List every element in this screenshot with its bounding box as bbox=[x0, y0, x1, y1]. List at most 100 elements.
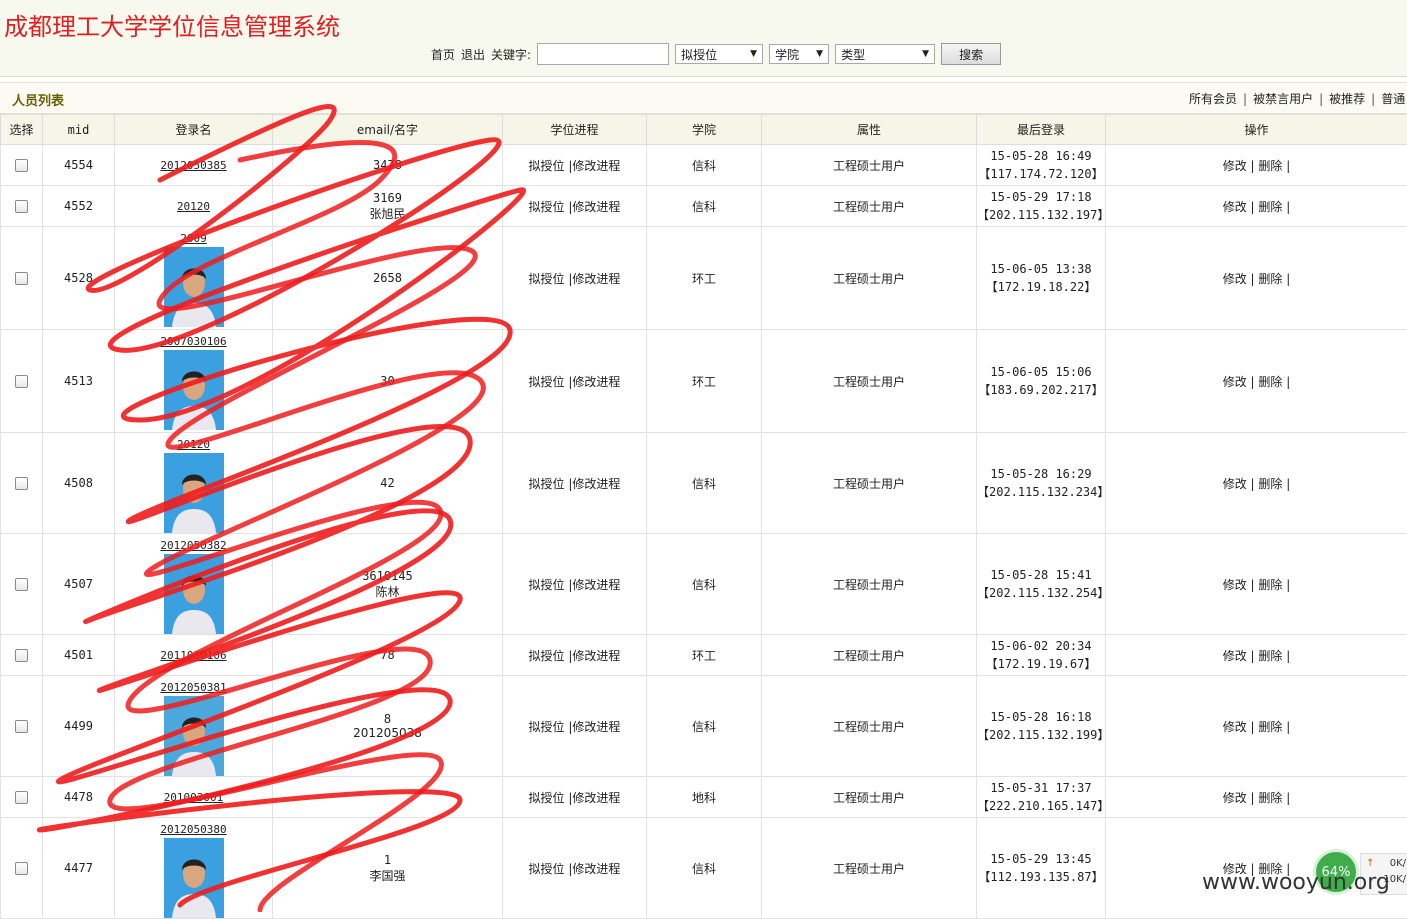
member-photo bbox=[164, 554, 224, 634]
last-login-cell: 15-05-28 15:41 【202.115.132.254】 bbox=[977, 534, 1106, 635]
modify-progress-link[interactable]: |修改进程 bbox=[568, 477, 620, 491]
propose-degree-link[interactable]: 拟授位 bbox=[529, 375, 565, 389]
attribute-cell: 工程硕士用户 bbox=[762, 433, 977, 534]
home-link[interactable]: 首页 bbox=[431, 46, 455, 63]
modify-progress-link[interactable]: |修改进程 bbox=[568, 159, 620, 173]
modify-progress-link[interactable]: |修改进程 bbox=[568, 862, 620, 876]
email-text: 42 bbox=[273, 476, 502, 490]
login-link[interactable]: 20120 bbox=[177, 438, 210, 451]
login-cell: 20120 bbox=[115, 433, 273, 534]
attribute-cell: 工程硕士用户 bbox=[762, 534, 977, 635]
row-checkbox[interactable] bbox=[15, 862, 28, 875]
keyword-input[interactable] bbox=[537, 43, 669, 65]
propose-degree-link[interactable]: 拟授位 bbox=[529, 791, 565, 805]
name-text: 201205038 bbox=[273, 726, 502, 740]
propose-degree-link[interactable]: 拟授位 bbox=[529, 477, 565, 491]
modify-progress-link[interactable]: |修改进程 bbox=[568, 649, 620, 663]
degree-select[interactable]: 拟授位 ▼ bbox=[675, 44, 763, 64]
login-link[interactable]: 2012050382 bbox=[160, 539, 226, 552]
login-link[interactable]: 2007030106 bbox=[160, 335, 226, 348]
propose-degree-link[interactable]: 拟授位 bbox=[529, 862, 565, 876]
delete-link[interactable]: 删除 bbox=[1258, 159, 1282, 173]
filter-recommended[interactable]: 被推荐 bbox=[1329, 92, 1365, 106]
email-text: 3169 bbox=[273, 191, 502, 205]
delete-link[interactable]: 删除 bbox=[1258, 272, 1282, 286]
edit-link[interactable]: 修改 bbox=[1223, 375, 1247, 389]
modify-progress-link[interactable]: |修改进程 bbox=[568, 720, 620, 734]
login-link[interactable]: 2012050380 bbox=[160, 823, 226, 836]
edit-link[interactable]: 修改 bbox=[1223, 720, 1247, 734]
delete-link[interactable]: 删除 bbox=[1258, 200, 1282, 214]
mid-cell: 4477 bbox=[43, 818, 115, 919]
search-button[interactable]: 搜索 bbox=[941, 43, 1001, 65]
edit-link[interactable]: 修改 bbox=[1223, 649, 1247, 663]
filter-all-members[interactable]: 所有会员 bbox=[1189, 92, 1237, 106]
last-login-time: 15-05-28 15:41 bbox=[977, 566, 1105, 584]
modify-progress-link[interactable]: |修改进程 bbox=[568, 200, 620, 214]
login-link[interactable]: 20120 bbox=[177, 200, 210, 213]
edit-link[interactable]: 修改 bbox=[1223, 791, 1247, 805]
row-checkbox[interactable] bbox=[15, 791, 28, 804]
college-select[interactable]: 学院 ▼ bbox=[769, 44, 829, 64]
edit-link[interactable]: 修改 bbox=[1223, 578, 1247, 592]
edit-link[interactable]: 修改 bbox=[1223, 159, 1247, 173]
login-link[interactable]: 2012050381 bbox=[160, 681, 226, 694]
login-cell: 2007030106 bbox=[115, 330, 273, 433]
system-title: 成都理工大学学位信息管理系统 bbox=[4, 7, 340, 42]
delete-link[interactable]: 删除 bbox=[1258, 791, 1282, 805]
filter-muted-users[interactable]: 被禁言用户 bbox=[1253, 92, 1313, 106]
modify-progress-link[interactable]: |修改进程 bbox=[568, 375, 620, 389]
col-login: 登录名 bbox=[115, 115, 273, 145]
chevron-down-icon: ▼ bbox=[922, 49, 929, 59]
table-row: 4477 2012050380 1 李国强 拟授位 |修改进程 信科 工程硕士用… bbox=[1, 818, 1407, 919]
select-cell bbox=[1, 818, 43, 919]
attribute-cell: 工程硕士用户 bbox=[762, 777, 977, 818]
row-checkbox[interactable] bbox=[15, 375, 28, 388]
email-cell: 2658 bbox=[273, 227, 503, 330]
row-checkbox[interactable] bbox=[15, 272, 28, 285]
propose-degree-link[interactable]: 拟授位 bbox=[529, 578, 565, 592]
propose-degree-link[interactable]: 拟授位 bbox=[529, 649, 565, 663]
login-link[interactable]: 2009 bbox=[180, 232, 207, 245]
row-checkbox[interactable] bbox=[15, 578, 28, 591]
propose-degree-link[interactable]: 拟授位 bbox=[529, 720, 565, 734]
propose-degree-link[interactable]: 拟授位 bbox=[529, 272, 565, 286]
type-select[interactable]: 类型 ▼ bbox=[835, 44, 935, 64]
row-checkbox[interactable] bbox=[15, 200, 28, 213]
login-cell: 2012050382 bbox=[115, 534, 273, 635]
delete-link[interactable]: 删除 bbox=[1258, 720, 1282, 734]
edit-link[interactable]: 修改 bbox=[1223, 200, 1247, 214]
login-link[interactable]: 2012050385 bbox=[160, 159, 226, 172]
mid-cell: 4478 bbox=[43, 777, 115, 818]
modify-progress-link[interactable]: |修改进程 bbox=[568, 578, 620, 592]
select-cell bbox=[1, 433, 43, 534]
row-checkbox[interactable] bbox=[15, 720, 28, 733]
row-checkbox[interactable] bbox=[15, 649, 28, 662]
last-login-time: 15-05-29 17:18 bbox=[977, 188, 1105, 206]
edit-link[interactable]: 修改 bbox=[1223, 477, 1247, 491]
last-login-ip: 【202.115.132.199】 bbox=[977, 726, 1105, 744]
delete-link[interactable]: 删除 bbox=[1258, 375, 1282, 389]
mid-cell: 4554 bbox=[43, 145, 115, 186]
propose-degree-link[interactable]: 拟授位 bbox=[529, 200, 565, 214]
select-cell bbox=[1, 534, 43, 635]
modify-progress-link[interactable]: |修改进程 bbox=[568, 272, 620, 286]
edit-link[interactable]: 修改 bbox=[1223, 272, 1247, 286]
email-cell: 78 bbox=[273, 635, 503, 676]
mid-cell: 4499 bbox=[43, 676, 115, 777]
delete-link[interactable]: 删除 bbox=[1258, 477, 1282, 491]
delete-link[interactable]: 删除 bbox=[1258, 649, 1282, 663]
propose-degree-link[interactable]: 拟授位 bbox=[529, 159, 565, 173]
mid-cell: 4508 bbox=[43, 433, 115, 534]
member-photo bbox=[164, 350, 224, 430]
row-checkbox[interactable] bbox=[15, 159, 28, 172]
delete-link[interactable]: 删除 bbox=[1258, 578, 1282, 592]
email-text: 30 bbox=[273, 374, 502, 388]
logout-link[interactable]: 退出 bbox=[461, 46, 485, 63]
row-checkbox[interactable] bbox=[15, 477, 28, 490]
login-link[interactable]: 2011030106 bbox=[160, 649, 226, 662]
modify-progress-link[interactable]: |修改进程 bbox=[568, 791, 620, 805]
login-link[interactable]: 201003001 bbox=[164, 791, 224, 804]
attribute-cell: 工程硕士用户 bbox=[762, 186, 977, 227]
filter-normal[interactable]: 普通 bbox=[1381, 92, 1405, 106]
